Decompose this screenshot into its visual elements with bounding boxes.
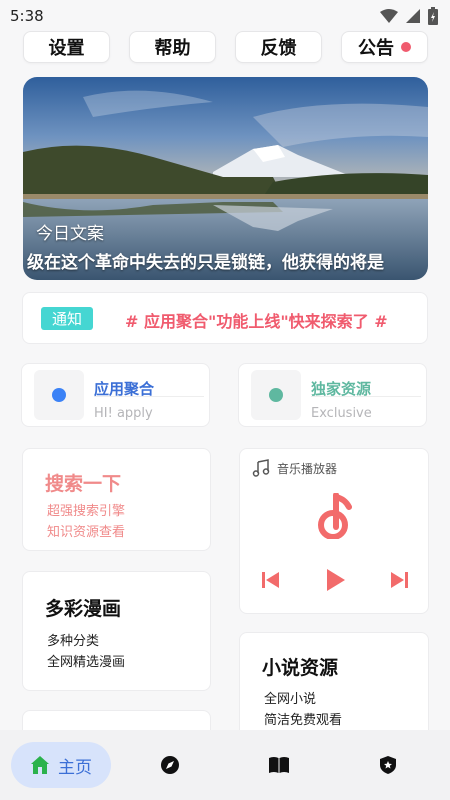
search-card-line-2: 知识资源查看 xyxy=(47,525,126,540)
notice-badge: 通知 xyxy=(41,307,93,330)
announcement-label: 公告 xyxy=(358,38,394,59)
app-aggregation-card[interactable]: 应用聚合 HI! apply xyxy=(21,363,210,427)
comic-card[interactable]: 多彩漫画 多种分类 全网精选漫画 xyxy=(22,571,211,691)
previous-track-icon[interactable] xyxy=(262,572,280,588)
search-card-title: 搜索一下 xyxy=(45,473,122,495)
novel-card-line-2: 简洁免费观看 xyxy=(264,713,343,728)
banner-carousel[interactable]: 今日文案 级在这个革命中失去的只是锁链，他获得的将是 xyxy=(23,77,428,280)
comic-card-line-2: 全网精选漫画 xyxy=(47,655,126,670)
banner-title: 今日文案 xyxy=(36,224,104,244)
green-dot-icon xyxy=(269,388,283,402)
status-icons xyxy=(380,7,438,25)
signal-icon xyxy=(406,9,420,23)
feedback-button[interactable]: 反馈 xyxy=(235,31,322,63)
app-aggregation-subtitle: HI! apply xyxy=(94,406,153,421)
blue-dot-icon xyxy=(52,388,66,402)
comic-card-title: 多彩漫画 xyxy=(45,598,122,620)
status-bar: 5:38 xyxy=(0,0,450,32)
compass-icon xyxy=(161,756,179,774)
help-label: 帮助 xyxy=(154,38,191,59)
divider xyxy=(94,396,204,397)
home-icon xyxy=(31,756,49,774)
music-player-label: 音乐播放器 xyxy=(277,462,338,476)
shield-icon xyxy=(380,756,396,774)
banner-quote: 级在这个革命中失去的只是锁链，他获得的将是 xyxy=(27,253,384,273)
search-card[interactable]: 搜索一下 超强搜索引擎 知识资源查看 xyxy=(22,448,211,551)
book-icon xyxy=(269,757,289,773)
divider xyxy=(311,396,421,397)
battery-icon xyxy=(428,7,438,25)
novel-card-line-1: 全网小说 xyxy=(264,692,317,707)
search-card-line-1: 超强搜索引擎 xyxy=(47,504,126,519)
bottom-navigation: 主页 xyxy=(0,730,450,800)
exclusive-resources-subtitle: Exclusive xyxy=(311,406,372,421)
feedback-label: 反馈 xyxy=(260,38,297,59)
nav-home-label: 主页 xyxy=(58,757,92,778)
comic-card-line-1: 多种分类 xyxy=(47,634,100,649)
settings-label: 设置 xyxy=(48,38,85,59)
help-button[interactable]: 帮助 xyxy=(129,31,216,63)
music-player-card[interactable]: 音乐播放器 xyxy=(239,448,429,614)
wifi-icon xyxy=(380,9,398,23)
novel-card-title: 小说资源 xyxy=(262,657,339,679)
next-track-icon[interactable] xyxy=(390,572,408,588)
unread-dot xyxy=(401,42,411,52)
netease-music-icon xyxy=(318,493,352,539)
nav-home-tab[interactable]: 主页 xyxy=(11,742,111,788)
status-time: 5:38 xyxy=(10,7,44,25)
exclusive-resources-card[interactable]: 独家资源 Exclusive xyxy=(238,363,427,427)
nav-discover-tab[interactable] xyxy=(159,754,181,776)
nav-library-tab[interactable] xyxy=(268,754,290,776)
nav-profile-tab[interactable] xyxy=(377,754,399,776)
exclusive-resources-icon-box xyxy=(251,370,301,420)
settings-button[interactable]: 设置 xyxy=(23,31,110,63)
app-aggregation-icon-box xyxy=(34,370,84,420)
announcement-button[interactable]: 公告 xyxy=(341,31,428,63)
music-note-icon xyxy=(252,459,270,477)
notice-bar[interactable]: 通知 # 应用聚合"功能上线"快来探索了 # xyxy=(22,292,428,344)
notice-text: # 应用聚合"功能上线"快来探索了 # xyxy=(125,312,388,331)
play-icon[interactable] xyxy=(326,569,346,591)
